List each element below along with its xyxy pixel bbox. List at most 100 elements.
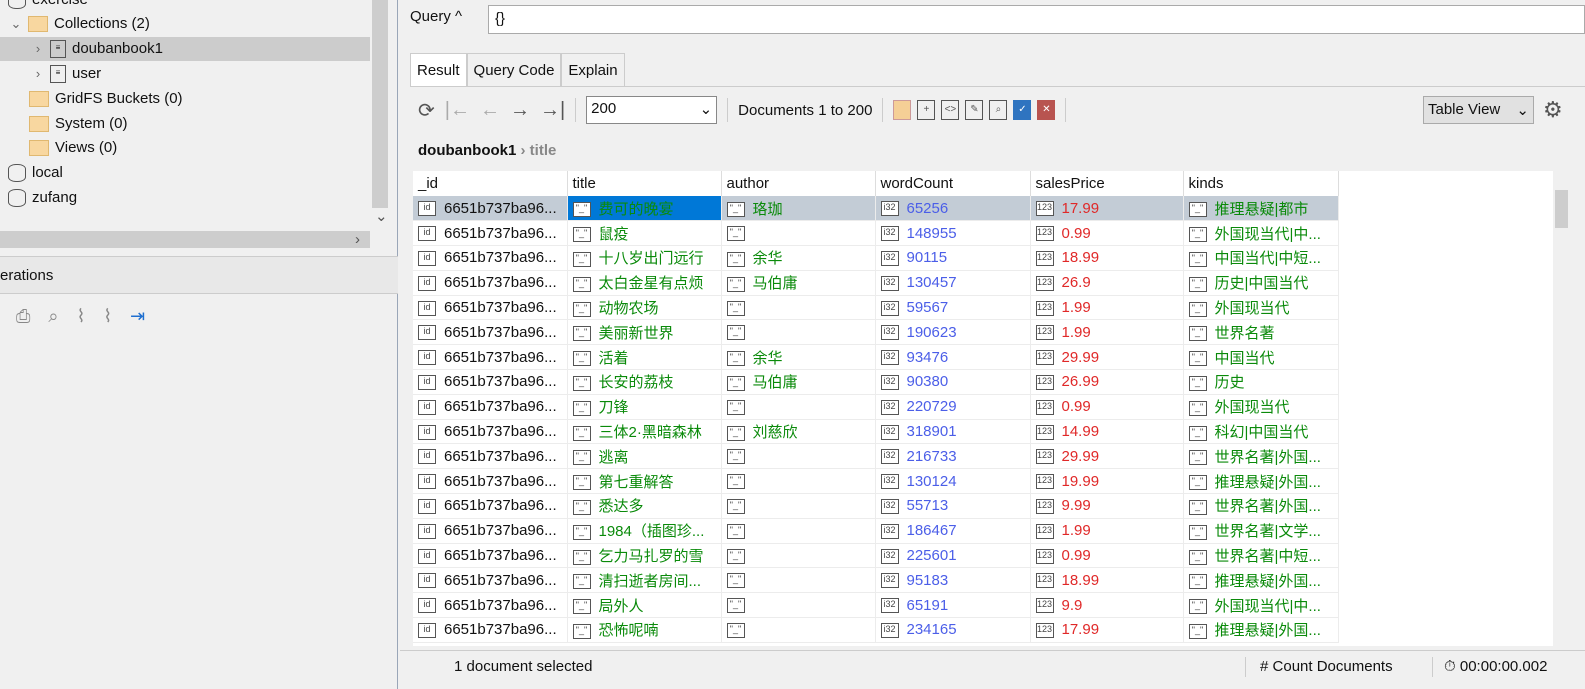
cell-id[interactable]: id 6651b737ba96... [413,295,568,321]
cell-salesPrice[interactable]: 123 26.9 [1030,270,1184,296]
cell-kinds[interactable]: "_" 世界名著 [1183,319,1339,346]
cell-author[interactable]: "_" [721,567,876,594]
cell-author[interactable]: "_" 刘慈欣 [721,419,876,445]
table-row[interactable]: id 6651b737ba96... "_" 逃离 "_" i32 216733 123 29.… [413,443,1339,470]
cell-salesPrice[interactable]: 123 9.99 [1030,493,1184,519]
cell-wordCount[interactable]: i32 93476 [875,344,1031,371]
cell-title[interactable]: "_" 局外人 [567,592,722,619]
cell-wordCount[interactable]: i32 225601 [875,543,1031,569]
search-icon[interactable]: ⌕ [48,306,58,327]
query-input[interactable]: {} [488,5,1585,34]
tree-system[interactable]: System (0) [29,112,128,136]
table-row[interactable]: id 6651b737ba96... "_" 1984（插图珍... "_" i32 186… [413,518,1339,544]
column-header-title[interactable]: title [567,171,722,196]
table-row[interactable]: id 6651b737ba96... "_" 乞力马扎罗的雪 "_" i32 225601 1… [413,543,1339,569]
cell-salesPrice[interactable]: 123 14.99 [1030,419,1184,445]
cell-author[interactable]: "_" [721,468,876,495]
cell-salesPrice[interactable]: 123 29.99 [1030,443,1184,470]
cell-id[interactable]: id 6651b737ba96... [413,394,568,420]
cell-id[interactable]: id 6651b737ba96... [413,443,568,470]
cell-wordCount[interactable]: i32 234165 [875,617,1031,643]
cell-salesPrice[interactable]: 123 0.99 [1030,394,1184,420]
page-size-select[interactable]: 200 ⌄ [586,96,718,124]
table-row[interactable]: id 6651b737ba96... "_" 活着 "_" 余华 i32 93476 123 29… [413,344,1339,371]
cell-author[interactable]: "_" [721,592,876,619]
table-row[interactable]: id 6651b737ba96... "_" 长安的荔枝 "_" 马伯庸 i32 90380 1… [413,369,1339,395]
cell-wordCount[interactable]: i32 220729 [875,394,1031,420]
cell-wordCount[interactable]: i32 186467 [875,518,1031,544]
tree-collection-user[interactable]: › ≡ user [32,62,101,86]
table-row[interactable]: id 6651b737ba96... "_" 动物农场 "_" i32 59567 123 1.… [413,295,1339,321]
chevron-down-icon[interactable]: ⌄ [10,12,22,36]
cell-wordCount[interactable]: i32 130124 [875,468,1031,495]
cell-wordCount[interactable]: i32 148955 [875,220,1031,247]
cell-title[interactable]: "_" 1984（插图珍... [567,518,722,544]
cell-author[interactable]: "_" [721,295,876,321]
cell-title[interactable]: "_" 鼠疫 [567,220,722,247]
table-row[interactable]: id 6651b737ba96... "_" 清扫逝者房间... "_" i32 95183… [413,567,1339,594]
cell-title[interactable]: "_" 动物农场 [567,295,722,321]
tab-result[interactable]: Result [410,53,467,86]
count-documents-button[interactable]: # Count Documents [1260,651,1393,683]
cell-wordCount[interactable]: i32 59567 [875,295,1031,321]
cell-kinds[interactable]: "_" 科幻|中国当代 [1183,419,1339,445]
cell-author[interactable]: "_" [721,493,876,519]
table-row[interactable]: id 6651b737ba96... "_" 三体2·黑暗森林 "_" 刘慈欣 i32 318… [413,419,1339,445]
cell-kinds[interactable]: "_" 推理悬疑|都市 [1183,196,1339,222]
cell-title[interactable]: "_" 乞力马扎罗的雪 [567,543,722,569]
cell-wordCount[interactable]: i32 190623 [875,319,1031,346]
cell-id[interactable]: id 6651b737ba96... [413,518,568,544]
table-row[interactable]: id 6651b737ba96... "_" 美丽新世界 "_" i32 190623 123… [413,319,1339,346]
cell-salesPrice[interactable]: 123 19.99 [1030,468,1184,495]
cell-id[interactable]: id 6651b737ba96... [413,567,568,594]
table-row[interactable]: id 6651b737ba96... "_" 恐怖呢喃 "_" i32 234165 123 1… [413,617,1339,643]
cell-author[interactable]: "_" [721,394,876,420]
cell-title[interactable]: "_" 三体2·黑暗森林 [567,419,722,445]
add-document-icon[interactable]: + [917,100,936,120]
cell-author[interactable]: "_" [721,543,876,569]
tree-horizontal-scrollbar[interactable] [0,231,370,248]
cell-title[interactable]: "_" 十八岁出门远行 [567,245,722,271]
cell-kinds[interactable]: "_" 推理悬疑|外国... [1183,567,1339,594]
cell-id[interactable]: id 6651b737ba96... [413,196,568,222]
cell-id[interactable]: id 6651b737ba96... [413,344,568,371]
cell-author[interactable]: "_" [721,443,876,470]
cell-title[interactable]: "_" 美丽新世界 [567,319,722,346]
cell-wordCount[interactable]: i32 130457 [875,270,1031,296]
column-header-wordCount[interactable]: wordCount [875,171,1031,196]
cell-wordCount[interactable]: i32 55713 [875,493,1031,519]
table-row[interactable]: id 6651b737ba96... "_" 十八岁出门远行 "_" 余华 i32 90115… [413,245,1339,271]
cell-id[interactable]: id 6651b737ba96... [413,270,568,296]
cell-author[interactable]: "_" 马伯庸 [721,270,876,296]
edit-json-icon[interactable]: <> [941,100,960,120]
cell-title[interactable]: "_" 刀锋 [567,394,722,420]
cell-kinds[interactable]: "_" 历史|中国当代 [1183,270,1339,296]
cell-id[interactable]: id 6651b737ba96... [413,319,568,346]
tree-db-exercise[interactable]: exercise [8,0,88,12]
cell-title[interactable]: "_" 活着 [567,344,722,371]
cell-kinds[interactable]: "_" 世界名著|外国... [1183,443,1339,470]
cell-kinds[interactable]: "_" 外国现当代 [1183,394,1339,420]
cell-id[interactable]: id 6651b737ba96... [413,468,568,495]
cell-wordCount[interactable]: i32 95183 [875,567,1031,594]
cell-salesPrice[interactable]: 123 1.99 [1030,518,1184,544]
cell-kinds[interactable]: "_" 世界名著|文学... [1183,518,1339,544]
cell-kinds[interactable]: "_" 历史 [1183,369,1339,395]
tree-db-local[interactable]: local [8,161,63,185]
tree-collection-doubanbook1[interactable]: › ≡ doubanbook1 [0,37,370,61]
cell-kinds[interactable]: "_" 外国现当代|中... [1183,220,1339,247]
table-row[interactable]: id 6651b737ba96... "_" 费可的晚宴 "_" 珞珈 i32 65256 12… [413,196,1339,222]
cell-kinds[interactable]: "_" 世界名著|外国... [1183,493,1339,519]
first-page-icon[interactable]: |← [445,99,470,122]
refresh-icon[interactable]: ⟳ [418,98,435,123]
table-scroll-thumb[interactable] [1555,190,1568,228]
view-document-icon[interactable]: ⌕ [989,100,1008,120]
cell-wordCount[interactable]: i32 90380 [875,369,1031,395]
query-label[interactable]: Query ^ [410,8,462,25]
cell-wordCount[interactable]: i32 65256 [875,196,1031,222]
table-row[interactable]: id 6651b737ba96... "_" 刀锋 "_" i32 220729 123 0.9… [413,394,1339,420]
table-row[interactable]: id 6651b737ba96... "_" 悉达多 "_" i32 55713 123 9.9… [413,493,1339,519]
next-page-icon[interactable]: → [510,99,530,122]
chevron-right-icon[interactable]: › [32,37,44,61]
cell-salesPrice[interactable]: 123 0.99 [1030,543,1184,569]
